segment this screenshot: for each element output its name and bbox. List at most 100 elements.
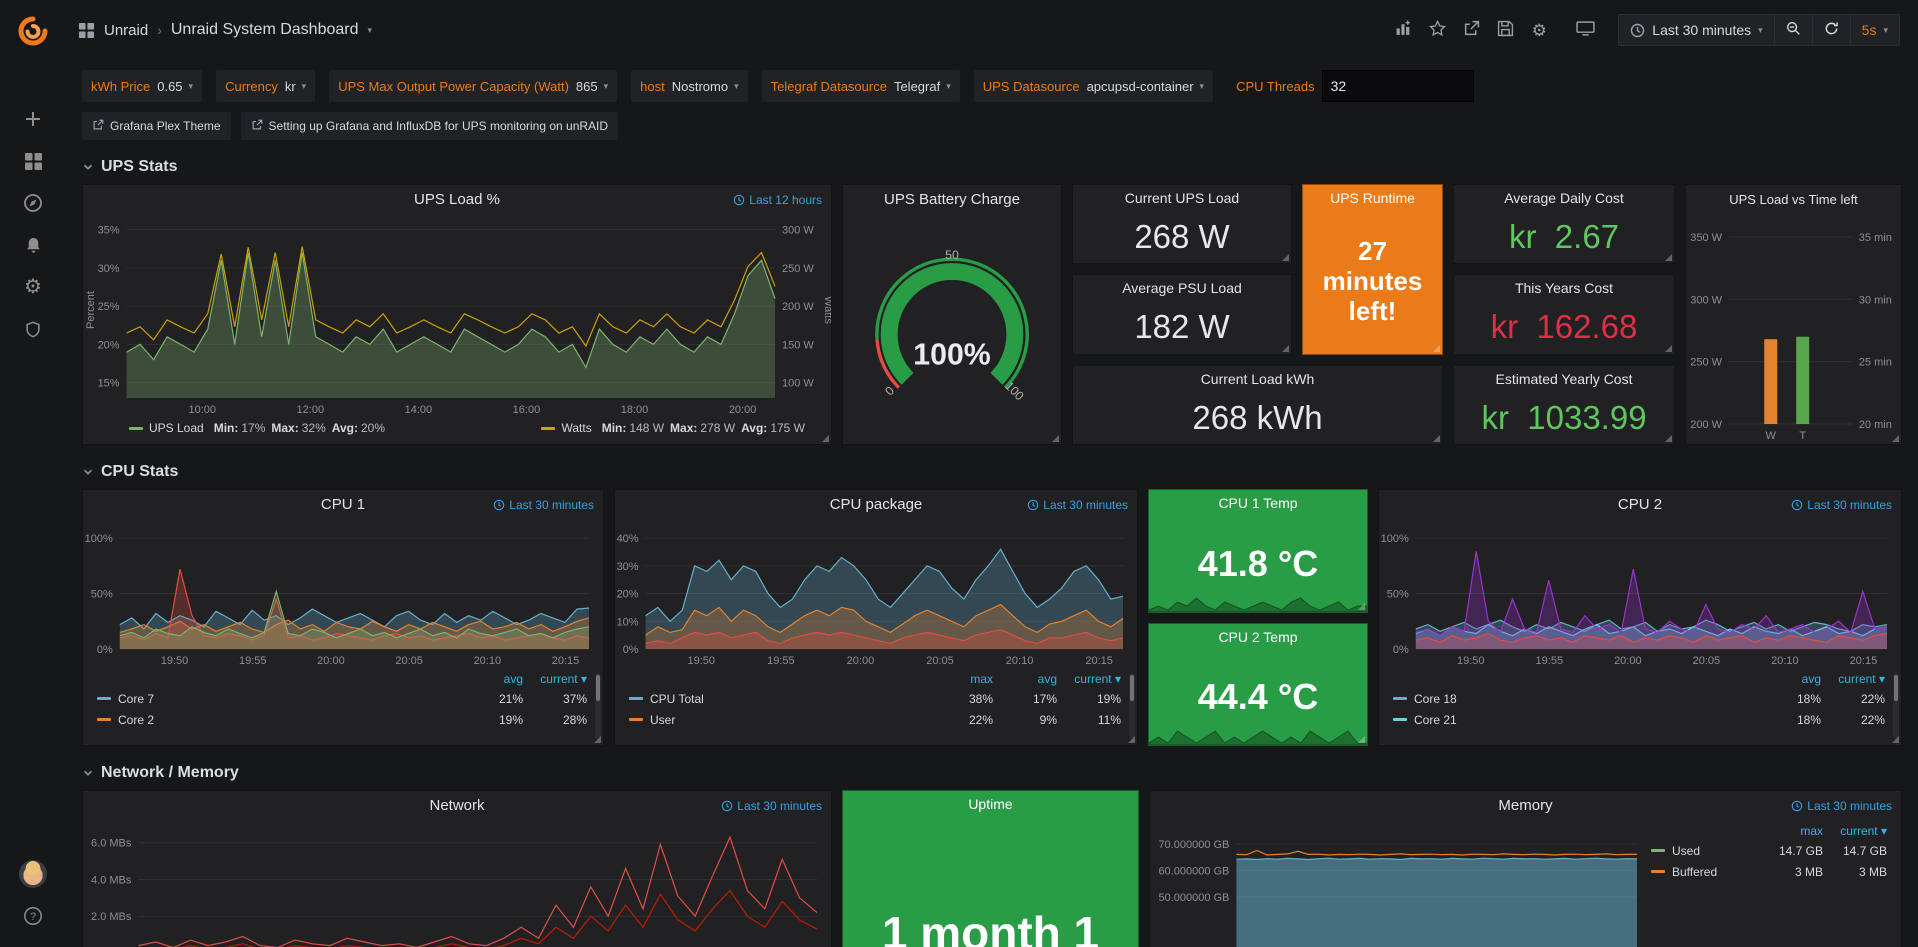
legend-item[interactable]: Core 219%28% bbox=[97, 709, 587, 730]
variable-label: CPU Threads bbox=[1227, 79, 1322, 94]
legend-item[interactable]: Core 1818%22% bbox=[1393, 688, 1885, 709]
variable-value: Telegraf bbox=[894, 79, 940, 94]
legend-sort-column[interactable]: current ▾ bbox=[1057, 672, 1121, 686]
variable-currency[interactable]: Currency kr▾ bbox=[216, 70, 315, 102]
stat-value: kr 162.68 bbox=[1491, 308, 1638, 346]
time-range-picker[interactable]: Last 30 minutes ▾ bbox=[1619, 15, 1773, 45]
cycle-view-button[interactable] bbox=[1568, 15, 1602, 45]
variable-kwh-price[interactable]: kWh Price 0.65▾ bbox=[82, 70, 202, 102]
panel-title[interactable]: UPS Load vs Time left bbox=[1686, 185, 1901, 213]
legend-item[interactable]: WattsMin:148 WMax:278 WAvg:175 W bbox=[541, 421, 805, 435]
legend-item[interactable]: Core 721%37% bbox=[97, 688, 587, 709]
legend-item[interactable]: Core 2118%22% bbox=[1393, 709, 1885, 730]
panel-title[interactable]: Estimated Yearly Cost bbox=[1454, 366, 1674, 392]
grafana-logo[interactable] bbox=[14, 12, 52, 50]
svg-text:T: T bbox=[1799, 430, 1806, 442]
legend-sort-column[interactable]: current ▾ bbox=[1821, 672, 1885, 686]
chevron-down-icon: ▾ bbox=[604, 82, 609, 91]
panel-average-daily-cost: Average Daily Cost kr 2.67 bbox=[1453, 184, 1675, 264]
stat-value: 1 month 1 bbox=[882, 906, 1099, 947]
panel-title[interactable]: CPU 2 Temp bbox=[1149, 624, 1367, 650]
sidebar-item-alerting[interactable] bbox=[11, 224, 55, 266]
variable-host[interactable]: host Nostromo▾ bbox=[631, 70, 747, 102]
panel-title-battery[interactable]: UPS Battery Charge bbox=[843, 185, 1061, 213]
section-cpu-stats[interactable]: CPU Stats bbox=[82, 457, 1902, 489]
panel-title[interactable]: Current Load kWh bbox=[1073, 366, 1442, 392]
legend-sort-column[interactable]: avg bbox=[993, 672, 1057, 686]
panel-title[interactable]: This Years Cost bbox=[1454, 275, 1674, 301]
chevron-down-icon[interactable]: ▾ bbox=[368, 26, 373, 35]
memory-legend: maxcurrent ▾ Used14.7 GB14.7 GBBuffered3 … bbox=[1651, 819, 1901, 947]
section-network-memory[interactable]: Network / Memory bbox=[82, 758, 1902, 790]
section-ups-stats[interactable]: UPS Stats bbox=[82, 152, 1902, 184]
ups-vs-time-chart[interactable]: 200 W250 W300 W350 W20 min25 min30 min35… bbox=[1686, 213, 1901, 444]
sidebar-item-configuration[interactable]: ⚙ bbox=[11, 266, 55, 308]
legend-sort-column[interactable]: avg bbox=[459, 672, 523, 686]
legend-item[interactable]: User22%9%11% bbox=[629, 709, 1121, 730]
sidebar-item-explore[interactable] bbox=[11, 182, 55, 224]
dashboard-title[interactable]: Unraid System Dashboard bbox=[171, 21, 359, 39]
panel-current-ups-load: Current UPS Load 268 W bbox=[1072, 184, 1292, 264]
link-ups-monitoring-guide[interactable]: Setting up Grafana and InfluxDB for UPS … bbox=[241, 112, 619, 140]
panel-title[interactable]: Memory bbox=[1150, 791, 1901, 819]
cpu-2-chart[interactable]: 0%50%100%19:5019:5520:0020:0520:1020:15 bbox=[1379, 518, 1901, 669]
save-button[interactable] bbox=[1488, 15, 1522, 45]
panel-title[interactable]: UPS Runtime bbox=[1303, 185, 1442, 211]
favorite-button[interactable] bbox=[1420, 15, 1454, 45]
zoom-out-button[interactable] bbox=[1774, 15, 1812, 45]
cpu-package-chart[interactable]: 0%10%20%30%40%19:5019:5520:0020:0520:102… bbox=[615, 518, 1137, 669]
refresh-button[interactable] bbox=[1812, 15, 1850, 45]
panel-title-ups-load[interactable]: UPS Load % bbox=[83, 185, 831, 213]
legend-item[interactable]: UPS LoadMin:17%Max:32%Avg:20% bbox=[129, 421, 385, 435]
legend-item[interactable]: Buffered3 MB3 MB bbox=[1651, 861, 1887, 882]
link-grafana-plex-theme[interactable]: Grafana Plex Theme bbox=[82, 112, 231, 140]
svg-text:250 W: 250 W bbox=[782, 263, 814, 275]
cpu-threads-input[interactable] bbox=[1322, 70, 1474, 102]
clock-icon bbox=[1791, 499, 1803, 511]
panel-ups-load: UPS Load % Last 12 hours 15%20%25%30%35%… bbox=[82, 184, 832, 445]
svg-text:35 min: 35 min bbox=[1859, 232, 1892, 244]
panel-title[interactable]: Network bbox=[83, 791, 831, 819]
breadcrumb-separator: › bbox=[157, 22, 162, 38]
legend-item[interactable]: Used14.7 GB14.7 GB bbox=[1651, 840, 1887, 861]
panel-title[interactable]: CPU 1 Temp bbox=[1149, 490, 1367, 516]
share-button[interactable] bbox=[1454, 15, 1488, 45]
cpu-1-chart[interactable]: 0%50%100%19:5019:5520:0020:0520:1020:15 bbox=[83, 518, 603, 669]
dashboard-settings-button[interactable]: ⚙ bbox=[1522, 15, 1556, 45]
monitor-icon bbox=[1576, 21, 1595, 39]
refresh-interval-dropdown[interactable]: 5s ▾ bbox=[1850, 15, 1899, 45]
add-panel-button[interactable] bbox=[1386, 15, 1420, 45]
breadcrumb-folder[interactable]: Unraid bbox=[104, 22, 148, 39]
add-panel-icon bbox=[1395, 20, 1412, 40]
legend-sort-column[interactable]: current ▾ bbox=[523, 672, 587, 686]
legend-scrollbar[interactable] bbox=[1893, 673, 1899, 739]
sidebar-item-help[interactable]: ? bbox=[11, 895, 55, 937]
variable-telegraf-datasource[interactable]: Telegraf Datasource Telegraf▾ bbox=[762, 70, 960, 102]
legend-sort-column[interactable]: current ▾ bbox=[1823, 824, 1887, 838]
sidebar-item-server-admin[interactable] bbox=[11, 308, 55, 350]
sidebar-item-create[interactable] bbox=[11, 98, 55, 140]
legend-sort-column[interactable]: max bbox=[929, 672, 993, 686]
legend-item[interactable]: CPU Total38%17%19% bbox=[629, 688, 1121, 709]
legend-sort-column[interactable]: avg bbox=[1757, 672, 1821, 686]
legend-sort-column[interactable]: max bbox=[1759, 824, 1823, 838]
variable-ups-datasource[interactable]: UPS Datasource apcupsd-container▾ bbox=[974, 70, 1213, 102]
sidebar-item-dashboards[interactable] bbox=[11, 140, 55, 182]
panel-title[interactable]: Current UPS Load bbox=[1073, 185, 1291, 211]
stat-value: 41.8 °C bbox=[1198, 543, 1318, 585]
variable-label: host bbox=[631, 79, 672, 94]
legend-scrollbar[interactable] bbox=[595, 673, 601, 739]
svg-text:0%: 0% bbox=[97, 644, 113, 656]
chevron-down-icon: ▾ bbox=[302, 82, 307, 91]
dashboard: kWh Price 0.65▾ Currency kr▾ UPS Max Out… bbox=[66, 60, 1918, 947]
panel-title[interactable]: Uptime bbox=[843, 791, 1138, 817]
memory-chart[interactable]: 50.000000 GB60.000000 GB70.000000 GB19:5… bbox=[1150, 819, 1651, 947]
variable-ups-max-output[interactable]: UPS Max Output Power Capacity (Watt) 865… bbox=[329, 70, 617, 102]
panel-time-override: Last 30 minutes bbox=[721, 799, 822, 813]
legend-scrollbar[interactable] bbox=[1129, 673, 1135, 739]
user-avatar[interactable] bbox=[11, 853, 55, 895]
panel-title[interactable]: Average PSU Load bbox=[1073, 275, 1291, 301]
ups-load-chart[interactable]: 15%20%25%30%35%100 W150 W200 W250 W300 W… bbox=[83, 213, 831, 418]
network-chart[interactable]: 2.0 MBs4.0 MBs6.0 MBs19:5019:5520:0020:0… bbox=[83, 819, 831, 947]
panel-title[interactable]: Average Daily Cost bbox=[1454, 185, 1674, 211]
